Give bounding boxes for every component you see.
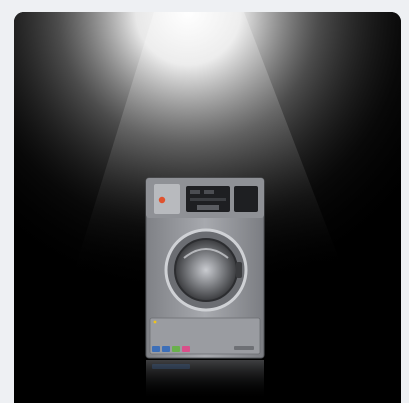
badge-green	[172, 346, 180, 352]
control-panel-left	[154, 184, 180, 214]
washer-machine	[145, 177, 265, 359]
badge-blue-2	[162, 346, 170, 352]
brand-plate	[234, 346, 254, 350]
badge-blue	[152, 346, 160, 352]
product-image-card	[14, 12, 401, 403]
power-button	[158, 196, 166, 204]
badge-pink	[182, 346, 190, 352]
detergent-drawer	[234, 186, 258, 212]
page-background	[0, 0, 409, 403]
door-handle	[236, 262, 242, 278]
product-photo	[14, 12, 401, 403]
